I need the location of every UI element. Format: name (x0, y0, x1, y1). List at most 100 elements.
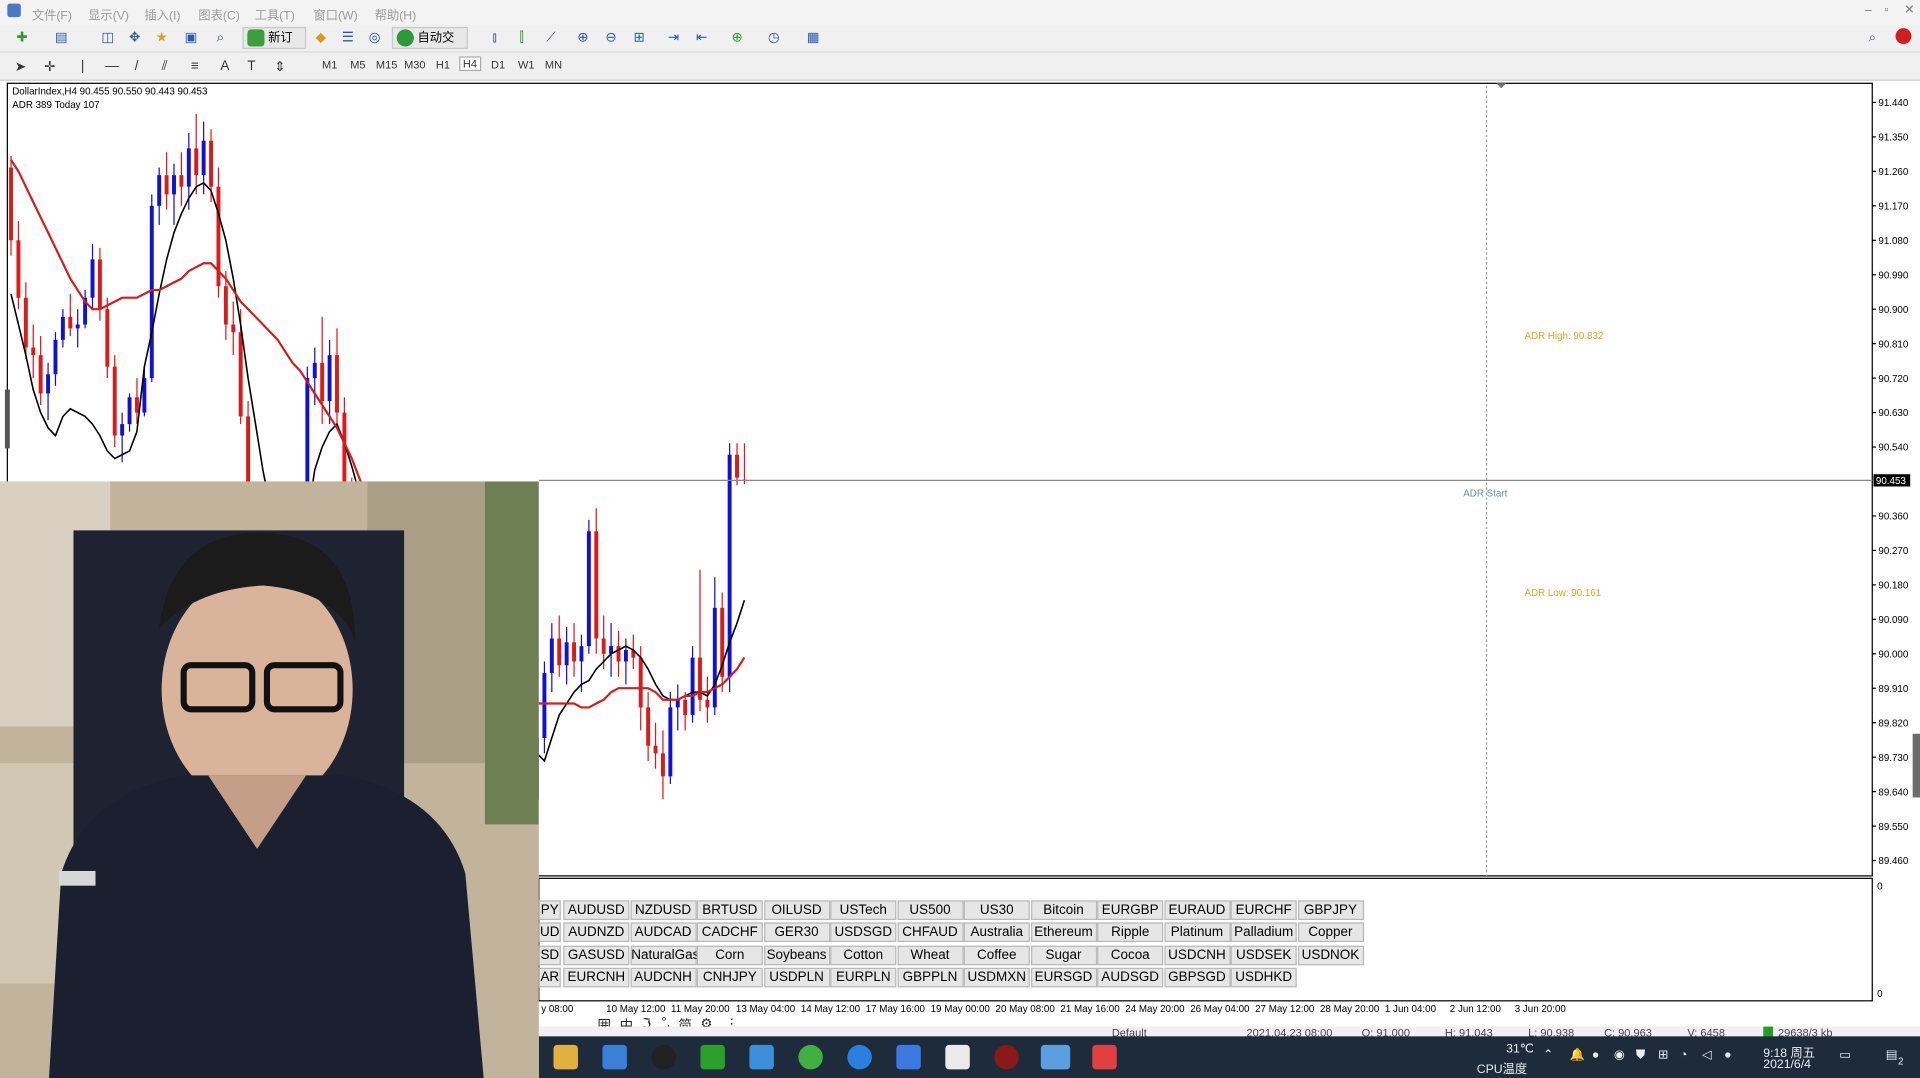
text-label-icon[interactable]: T (247, 59, 255, 74)
navigator-icon[interactable]: ✥ (125, 28, 145, 48)
symbol-button[interactable]: USDSGD (830, 922, 897, 943)
symbol-button[interactable]: AUDNZD (563, 922, 630, 943)
notification-center-icon[interactable]: ▭ (1839, 1049, 1851, 1062)
symbol-button[interactable]: GER30 (763, 922, 830, 943)
symbol-button[interactable]: Palladium (1230, 922, 1297, 943)
symbol-button[interactable]: US30 (963, 900, 1030, 920)
bell-icon[interactable]: 🔔 (1570, 1049, 1585, 1062)
horizontal-line-icon[interactable]: — (105, 59, 118, 74)
symbol-button[interactable]: Bitcoin (1030, 900, 1097, 920)
symbol-button[interactable]: EURPLN (830, 967, 897, 988)
tester-icon[interactable]: ⌕ (211, 28, 231, 48)
crosshair-icon[interactable]: ✛ (44, 59, 55, 75)
symbol-button[interactable]: AUDSGD (1097, 967, 1164, 988)
symbol-button[interactable]: NaturalGas (630, 945, 699, 965)
symbol-button[interactable]: GBPPLN (896, 967, 964, 988)
channel-icon[interactable]: ⫽ (162, 59, 168, 75)
signals-icon[interactable]: ☰ (338, 28, 358, 48)
symbol-button[interactable]: Cocoa (1097, 945, 1164, 965)
symbol-button[interactable]: AR (538, 967, 561, 988)
symbol-button[interactable]: Cotton (830, 945, 897, 965)
line-chart-icon[interactable]: ⟋ (541, 28, 561, 48)
text-icon[interactable]: A (220, 59, 229, 74)
minimize-icon[interactable]: – (1865, 4, 1872, 17)
symbol-button[interactable]: Copper (1297, 922, 1364, 943)
trendline-icon[interactable]: / (135, 59, 139, 74)
new-chart-icon[interactable]: ✚ (12, 28, 32, 48)
cursor-icon[interactable]: ➤ (15, 59, 26, 75)
camtasia-red-icon[interactable] (1092, 1044, 1117, 1070)
symbol-button[interactable]: GASUSD (563, 945, 630, 965)
zoom-in-icon[interactable]: ⊕ (573, 28, 593, 48)
symbol-button[interactable]: NZDUSD (630, 900, 697, 920)
symbol-button[interactable]: US500 (896, 900, 964, 920)
browser-green-icon[interactable] (798, 1044, 823, 1070)
chrome-tray-icon[interactable]: ◉ (1614, 1049, 1625, 1062)
symbol-button[interactable]: EURGBP (1097, 900, 1164, 920)
symbol-button[interactable]: BRTUSD (696, 900, 763, 920)
mt4-taskbar-icon[interactable] (1040, 1044, 1071, 1070)
chart-splitter-handle[interactable] (4, 389, 10, 449)
close-icon[interactable]: ✕ (1904, 4, 1914, 17)
symbol-button[interactable]: EURAUD (1163, 900, 1231, 920)
symbol-button[interactable]: UD (538, 922, 561, 943)
symbol-button[interactable]: OILUSD (763, 900, 830, 920)
symbol-button[interactable]: Corn (696, 945, 763, 965)
app-red-icon[interactable] (994, 1044, 1019, 1070)
market-icon[interactable]: ◎ (365, 28, 385, 48)
menu-help[interactable]: 帮助(H) (375, 5, 416, 23)
vertical-line-icon[interactable]: | (81, 59, 85, 74)
mic-icon[interactable]: ● (1592, 1049, 1599, 1062)
market-watch-icon[interactable]: ◫ (98, 28, 118, 48)
feishu-icon[interactable] (896, 1044, 921, 1070)
symbol-button[interactable]: CADCHF (696, 922, 763, 943)
templates-icon[interactable]: ▦ (803, 28, 823, 48)
symbol-button[interactable]: Soybeans (763, 945, 830, 965)
timeframe-m5[interactable]: M5 (350, 59, 365, 71)
favorites-icon[interactable]: ★ (152, 28, 172, 48)
menu-view[interactable]: 显示(V) (88, 5, 129, 23)
symbol-button[interactable]: USDHKD (1230, 967, 1297, 988)
timeframe-d1[interactable]: D1 (491, 59, 505, 71)
restore-icon[interactable]: ▫ (1885, 4, 1889, 17)
symbol-button[interactable]: USDMXN (963, 967, 1030, 988)
terminal-icon[interactable]: ▣ (181, 28, 201, 48)
indicators-icon[interactable]: ⊕ (727, 28, 747, 48)
menu-file[interactable]: 文件(F) (32, 5, 72, 23)
zoom-out-icon[interactable]: ⊖ (601, 28, 621, 48)
symbol-button[interactable]: CNHJPY (696, 967, 763, 988)
wifi-icon[interactable]: ◔ (1680, 1049, 1687, 1062)
qq-icon[interactable] (651, 1044, 676, 1070)
timeframe-w1[interactable]: W1 (518, 59, 535, 71)
symbol-button[interactable]: Ethereum (1030, 922, 1097, 943)
tray-arrow-icon[interactable]: ⌃ (1543, 1049, 1553, 1062)
notes-icon[interactable] (749, 1044, 774, 1070)
menu-window[interactable]: 窗口(W) (313, 5, 357, 23)
autoscroll-icon[interactable]: ⇤ (692, 28, 712, 48)
network-tray-icon[interactable]: ⊞ (1658, 1049, 1668, 1062)
symbol-button[interactable]: GBPSGD (1163, 967, 1231, 988)
symbol-button[interactable]: Ripple (1097, 922, 1164, 943)
file-explorer-icon[interactable] (553, 1044, 578, 1070)
action-center-icon[interactable]: ▤ (1886, 1049, 1898, 1062)
qq-tray-icon[interactable]: ● (1724, 1049, 1731, 1062)
symbol-button[interactable]: Australia (963, 922, 1030, 943)
periods-icon[interactable]: ◷ (764, 28, 784, 48)
symbol-button[interactable]: Wheat (896, 945, 964, 965)
search-icon[interactable]: ⌕ (1862, 28, 1882, 48)
symbol-button[interactable]: USTech (830, 900, 897, 920)
symbol-button[interactable]: Coffee (963, 945, 1030, 965)
profiles-icon[interactable]: ▤ (51, 28, 71, 48)
tile-windows-icon[interactable]: ⊞ (629, 28, 649, 48)
volume-icon[interactable]: ◁ (1702, 1049, 1711, 1062)
timeframe-m15[interactable]: M15 (376, 59, 397, 71)
symbol-button[interactable]: PY (538, 900, 561, 920)
symbol-button[interactable]: SD (538, 945, 561, 965)
notification-icon[interactable] (1895, 28, 1912, 45)
symbol-button[interactable]: GBPJPY (1297, 900, 1364, 920)
symbol-button[interactable]: EURCHF (1230, 900, 1297, 920)
camtasia-green-icon[interactable] (700, 1044, 725, 1070)
symbol-button[interactable]: USDPLN (763, 967, 830, 988)
fibonacci-icon[interactable]: ≡ (191, 59, 199, 74)
timeframe-h1[interactable]: H1 (436, 59, 450, 71)
